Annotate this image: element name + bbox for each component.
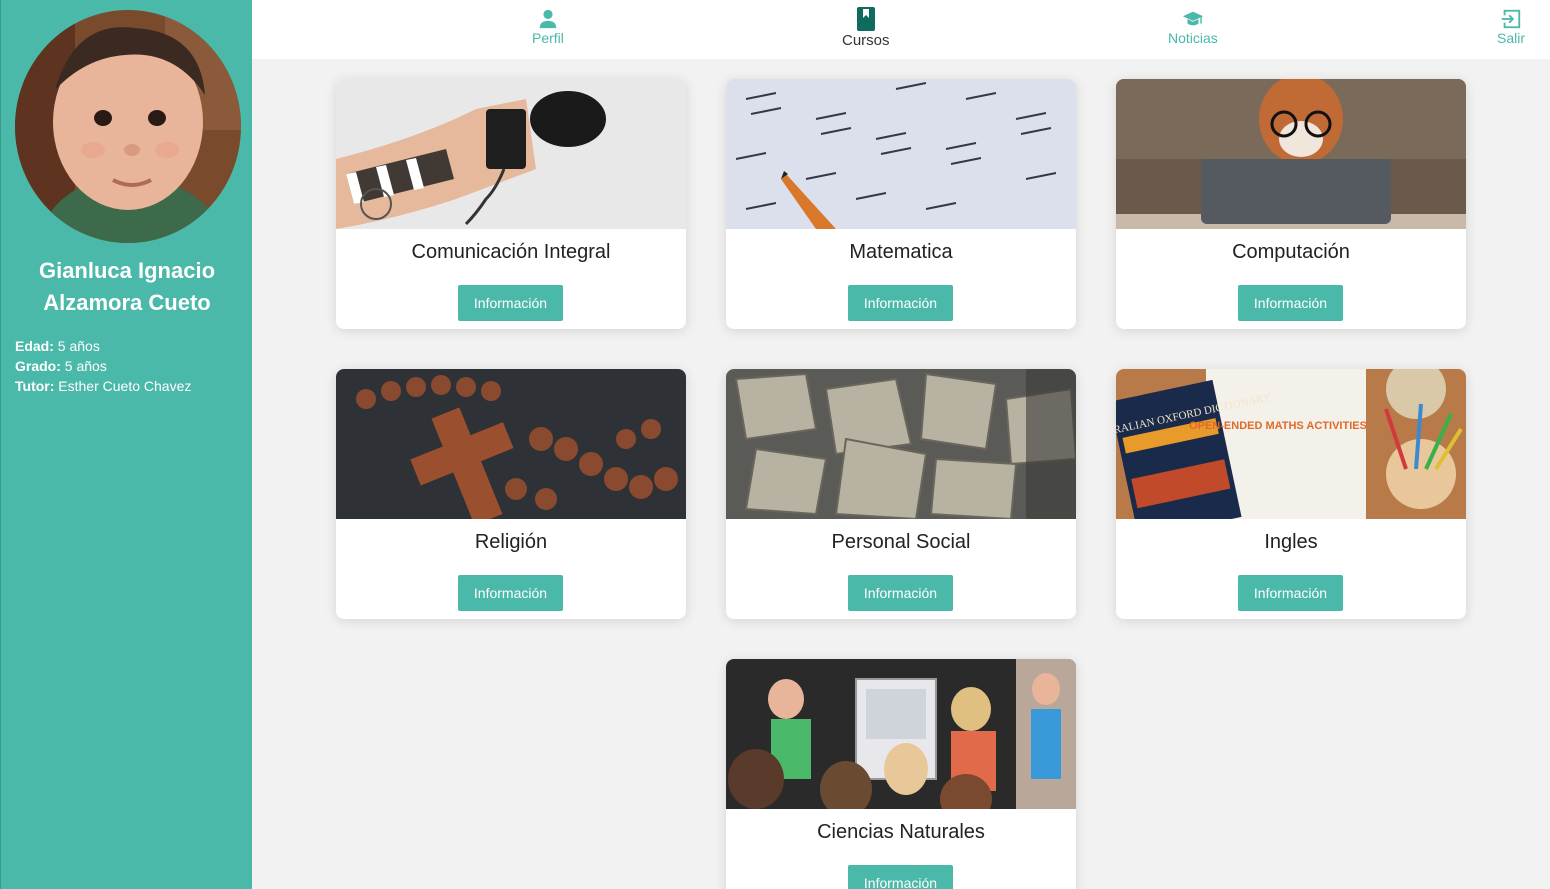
course-image-dog-laptop <box>1116 79 1466 229</box>
course-image-maps <box>726 369 1076 519</box>
course-image-microphone <box>336 79 686 229</box>
course-card-comunicacion: Comunicación Integral Información <box>336 79 686 329</box>
info-button[interactable]: Información <box>458 575 563 611</box>
nav-salir[interactable]: Salir <box>1497 8 1525 46</box>
course-card-ingles: THE AUSTRALIAN OXFORD DICTIONARY OPEN-EN… <box>1116 369 1466 619</box>
course-title: Ciencias Naturales <box>817 821 985 843</box>
course-card-matematica: Matematica Información <box>726 79 1076 329</box>
course-image-rosary <box>336 369 686 519</box>
info-button[interactable]: Información <box>458 285 563 321</box>
nav-perfil-label: Perfil <box>532 30 564 46</box>
course-title: Computación <box>1232 241 1350 263</box>
avatar-photo <box>15 10 241 243</box>
course-card-computacion: Computación Información <box>1116 79 1466 329</box>
nav-cursos[interactable]: Cursos <box>842 6 890 49</box>
info-button[interactable]: Información <box>848 575 953 611</box>
logout-icon <box>1501 9 1521 29</box>
course-card-personal-social: Personal Social Información <box>726 369 1076 619</box>
course-image-books: THE AUSTRALIAN OXFORD DICTIONARY OPEN-EN… <box>1116 369 1466 519</box>
nav-perfil[interactable]: Perfil <box>532 8 564 46</box>
info-button[interactable]: Información <box>848 285 953 321</box>
book-icon <box>856 7 875 31</box>
nav-noticias[interactable]: Noticias <box>1168 8 1218 46</box>
course-image-3d-printer-kids <box>726 659 1076 809</box>
info-button[interactable]: Información <box>848 865 953 889</box>
app: Gianluca Ignacio Alzamora Cueto Edad: 5 … <box>0 0 1550 889</box>
course-title: Matematica <box>849 241 953 263</box>
sidebar: Gianluca Ignacio Alzamora Cueto Edad: 5 … <box>0 0 252 889</box>
student-name: Gianluca Ignacio Alzamora Cueto <box>38 258 216 315</box>
tutor-value: Esther Cueto Chavez <box>58 378 192 394</box>
top-navigation: Perfil Cursos Noticias Salir <box>252 0 1550 59</box>
student-grade: Grado: 5 años <box>15 356 191 376</box>
course-card-ciencias-naturales: Ciencias Naturales Información <box>726 659 1076 889</box>
course-title: Religión <box>474 531 548 553</box>
avatar <box>15 10 241 243</box>
nav-salir-label: Salir <box>1497 30 1526 46</box>
grade-label: Grado: <box>15 358 61 374</box>
course-title: Comunicación Integral <box>411 241 611 263</box>
course-card-religion: Religión Información <box>336 369 686 619</box>
course-title: Personal Social <box>831 531 971 553</box>
course-title: Ingles <box>1264 531 1318 553</box>
grade-value: 5 años <box>64 358 107 374</box>
activities-title: OPEN-ENDED MATHS ACTIVITIES <box>1189 420 1367 432</box>
nav-noticias-label: Noticias <box>1168 30 1218 46</box>
info-button[interactable]: Información <box>1238 285 1343 321</box>
nav-cursos-label: Cursos <box>842 32 890 49</box>
student-tutor: Tutor: Esther Cueto Chavez <box>15 376 191 396</box>
student-info: Edad: 5 años Grado: 5 años Tutor: Esther… <box>15 336 191 396</box>
student-age: Edad: 5 años <box>15 336 191 356</box>
user-icon <box>539 9 557 29</box>
graduation-cap-icon <box>1182 11 1203 26</box>
course-image-math-paper <box>726 79 1076 229</box>
age-label: Edad: <box>15 338 54 354</box>
tutor-label: Tutor: <box>15 378 55 394</box>
age-value: 5 años <box>57 338 100 354</box>
info-button[interactable]: Información <box>1238 575 1343 611</box>
